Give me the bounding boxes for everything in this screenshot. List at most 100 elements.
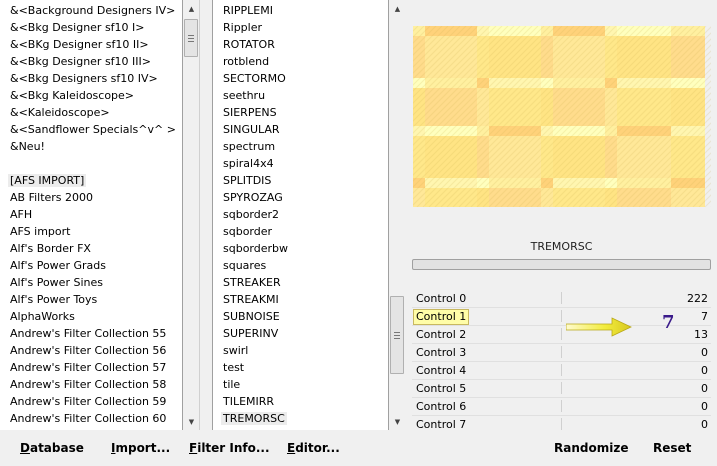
list-item-label: sqborder [223, 225, 273, 238]
reset-button[interactable]: Reset [653, 440, 691, 456]
list-item[interactable]: SIERPENS [213, 105, 388, 122]
list-item[interactable]: SECTORMO [213, 71, 388, 88]
annotation-arrow-icon [566, 317, 632, 337]
filter-list[interactable]: RIPPLEMI Rippler ROTATOR rotblend SECTORMO se… [212, 0, 389, 430]
scroll-down-arrow-icon[interactable]: ▼ [389, 413, 406, 430]
list-item[interactable]: &<Bkg Designer sf10 I> [0, 20, 182, 37]
control-value[interactable]: 0 [701, 363, 708, 379]
list-item[interactable]: rotblend [213, 54, 388, 71]
list-item-label: SIERPENS [223, 106, 277, 119]
list-item[interactable]: Andrew's Filter Collection 56 [0, 343, 182, 360]
filter-info-button-label: ilter Info... [197, 441, 270, 455]
control-divider [561, 328, 562, 340]
database-button[interactable]: Database [20, 440, 84, 456]
control-label: Control 2 [416, 328, 467, 341]
list-item-label: TILEMIRR [223, 395, 275, 408]
control-value[interactable]: 0 [701, 345, 708, 361]
preview-tile [671, 188, 705, 207]
list-item[interactable]: test [213, 360, 388, 377]
list-item[interactable]: STREAKER [213, 275, 388, 292]
list-item[interactable]: AFH [0, 207, 182, 224]
control-value[interactable]: 7 [701, 309, 708, 325]
list-item-label: &<Bkg Kaleidoscope> [10, 89, 135, 102]
list-item[interactable]: &Neu! [0, 139, 182, 156]
list-item[interactable]: Rippler [213, 20, 388, 37]
list-item[interactable]: AFS import [0, 224, 182, 241]
list-item[interactable]: Alf's Border FX [0, 241, 182, 258]
editor-button[interactable]: Editor... [287, 440, 340, 456]
list-item[interactable]: squares [213, 258, 388, 275]
list-item[interactable]: tile [213, 377, 388, 394]
list-item[interactable]: ROTATOR [213, 37, 388, 54]
control-row[interactable]: Control 5 0 [412, 380, 711, 398]
import-button[interactable]: Import... [111, 440, 170, 456]
scroll-down-arrow-icon[interactable]: ▼ [183, 413, 200, 430]
list-item[interactable]: Alf's Power Sines [0, 275, 182, 292]
list-item[interactable]: sqborder [213, 224, 388, 241]
list-item[interactable]: SUBNOISE [213, 309, 388, 326]
list-item-label: SECTORMO [223, 72, 286, 85]
control-row[interactable]: Control 6 0 [412, 398, 711, 416]
list-item[interactable]: [AFS IMPORT] [0, 173, 182, 190]
list-item[interactable]: Alf's Power Toys [0, 292, 182, 309]
list-item[interactable]: Andrew's Filter Collection 58 [0, 377, 182, 394]
import-button-label: mport... [115, 441, 171, 455]
list-item[interactable]: spiral4x4 [213, 156, 388, 173]
control-row[interactable]: Control 0 222 [412, 290, 711, 308]
control-value[interactable]: 13 [694, 327, 708, 343]
control-divider [561, 310, 562, 322]
control-label: Control 4 [416, 364, 467, 377]
control-row[interactable]: Control 4 0 [412, 362, 711, 380]
list-item-label: Andrew's Filter Collection 55 [10, 327, 167, 340]
list-item[interactable]: seethru [213, 88, 388, 105]
list-item[interactable]: &<Bkg Designer sf10 III> [0, 54, 182, 71]
list-item[interactable]: TREMORSC [213, 411, 388, 428]
list-item[interactable]: SINGULAR [213, 122, 388, 139]
filter-info-button[interactable]: Filter Info... [189, 440, 270, 456]
filter-list-scrollbar[interactable]: ▲ ▼ [389, 0, 406, 430]
list-item-label: rotblend [223, 55, 270, 68]
scroll-up-arrow-icon[interactable]: ▲ [389, 0, 406, 17]
list-item[interactable]: SPYROZAG [213, 190, 388, 207]
list-item[interactable]: &<Bkg Kaleidoscope> [0, 88, 182, 105]
list-item-label: Andrew's Filter Collection 57 [10, 361, 167, 374]
list-item[interactable]: spectrum [213, 139, 388, 156]
category-list[interactable]: &<Background Designers IV> &<Bkg Designer… [0, 0, 183, 430]
list-item[interactable]: STREAKMI [213, 292, 388, 309]
list-item-label: sqborder2 [223, 208, 280, 221]
list-item[interactable]: sqborder2 [213, 207, 388, 224]
list-item[interactable]: SUPERINV [213, 326, 388, 343]
list-item[interactable]: Alf's Power Grads [0, 258, 182, 275]
category-scroll-thumb[interactable] [184, 19, 198, 57]
list-item-label: test [223, 361, 245, 374]
list-item[interactable] [0, 156, 182, 173]
list-item[interactable]: AB Filters 2000 [0, 190, 182, 207]
list-item[interactable]: Andrew's Filter Collection 57 [0, 360, 182, 377]
list-item[interactable]: AlphaWorks [0, 309, 182, 326]
list-item[interactable]: &<Kaleidoscope> [0, 105, 182, 122]
list-item-label: Andrew's Filter Collection 60 [10, 412, 167, 425]
list-item[interactable]: &<BKg Designer sf10 II> [0, 37, 182, 54]
control-row[interactable]: Control 3 0 [412, 344, 711, 362]
randomize-button[interactable]: Randomize [554, 440, 628, 456]
list-item[interactable]: RIPPLEMI [213, 3, 388, 20]
list-item[interactable]: swirl [213, 343, 388, 360]
list-item-label: AFH [10, 208, 33, 221]
list-item[interactable]: &<Sandflower Specials^v^ > [0, 122, 182, 139]
control-value[interactable]: 222 [687, 291, 708, 307]
control-value[interactable]: 0 [701, 381, 708, 397]
filter-scroll-thumb[interactable] [390, 296, 404, 374]
list-item[interactable]: Andrew's Filter Collection 59 [0, 394, 182, 411]
control-value[interactable]: 0 [701, 399, 708, 415]
controls-panel: Control 0 222 Control 1 7 Control 2 13 Control… [412, 290, 711, 434]
category-list-scrollbar[interactable]: ▲ ▼ [183, 0, 200, 430]
list-item[interactable]: TILEMIRR [213, 394, 388, 411]
list-item[interactable]: &<Background Designers IV> [0, 3, 182, 20]
list-item[interactable]: SPLITDIS [213, 173, 388, 190]
list-item[interactable]: Andrew's Filter Collection 60 [0, 411, 182, 428]
list-item[interactable]: sqborderbw [213, 241, 388, 258]
scroll-up-arrow-icon[interactable]: ▲ [183, 0, 200, 17]
list-item[interactable]: Andrew's Filter Collection 55 [0, 326, 182, 343]
list-item-label: ROTATOR [223, 38, 275, 51]
list-item[interactable]: &<Bkg Designers sf10 IV> [0, 71, 182, 88]
